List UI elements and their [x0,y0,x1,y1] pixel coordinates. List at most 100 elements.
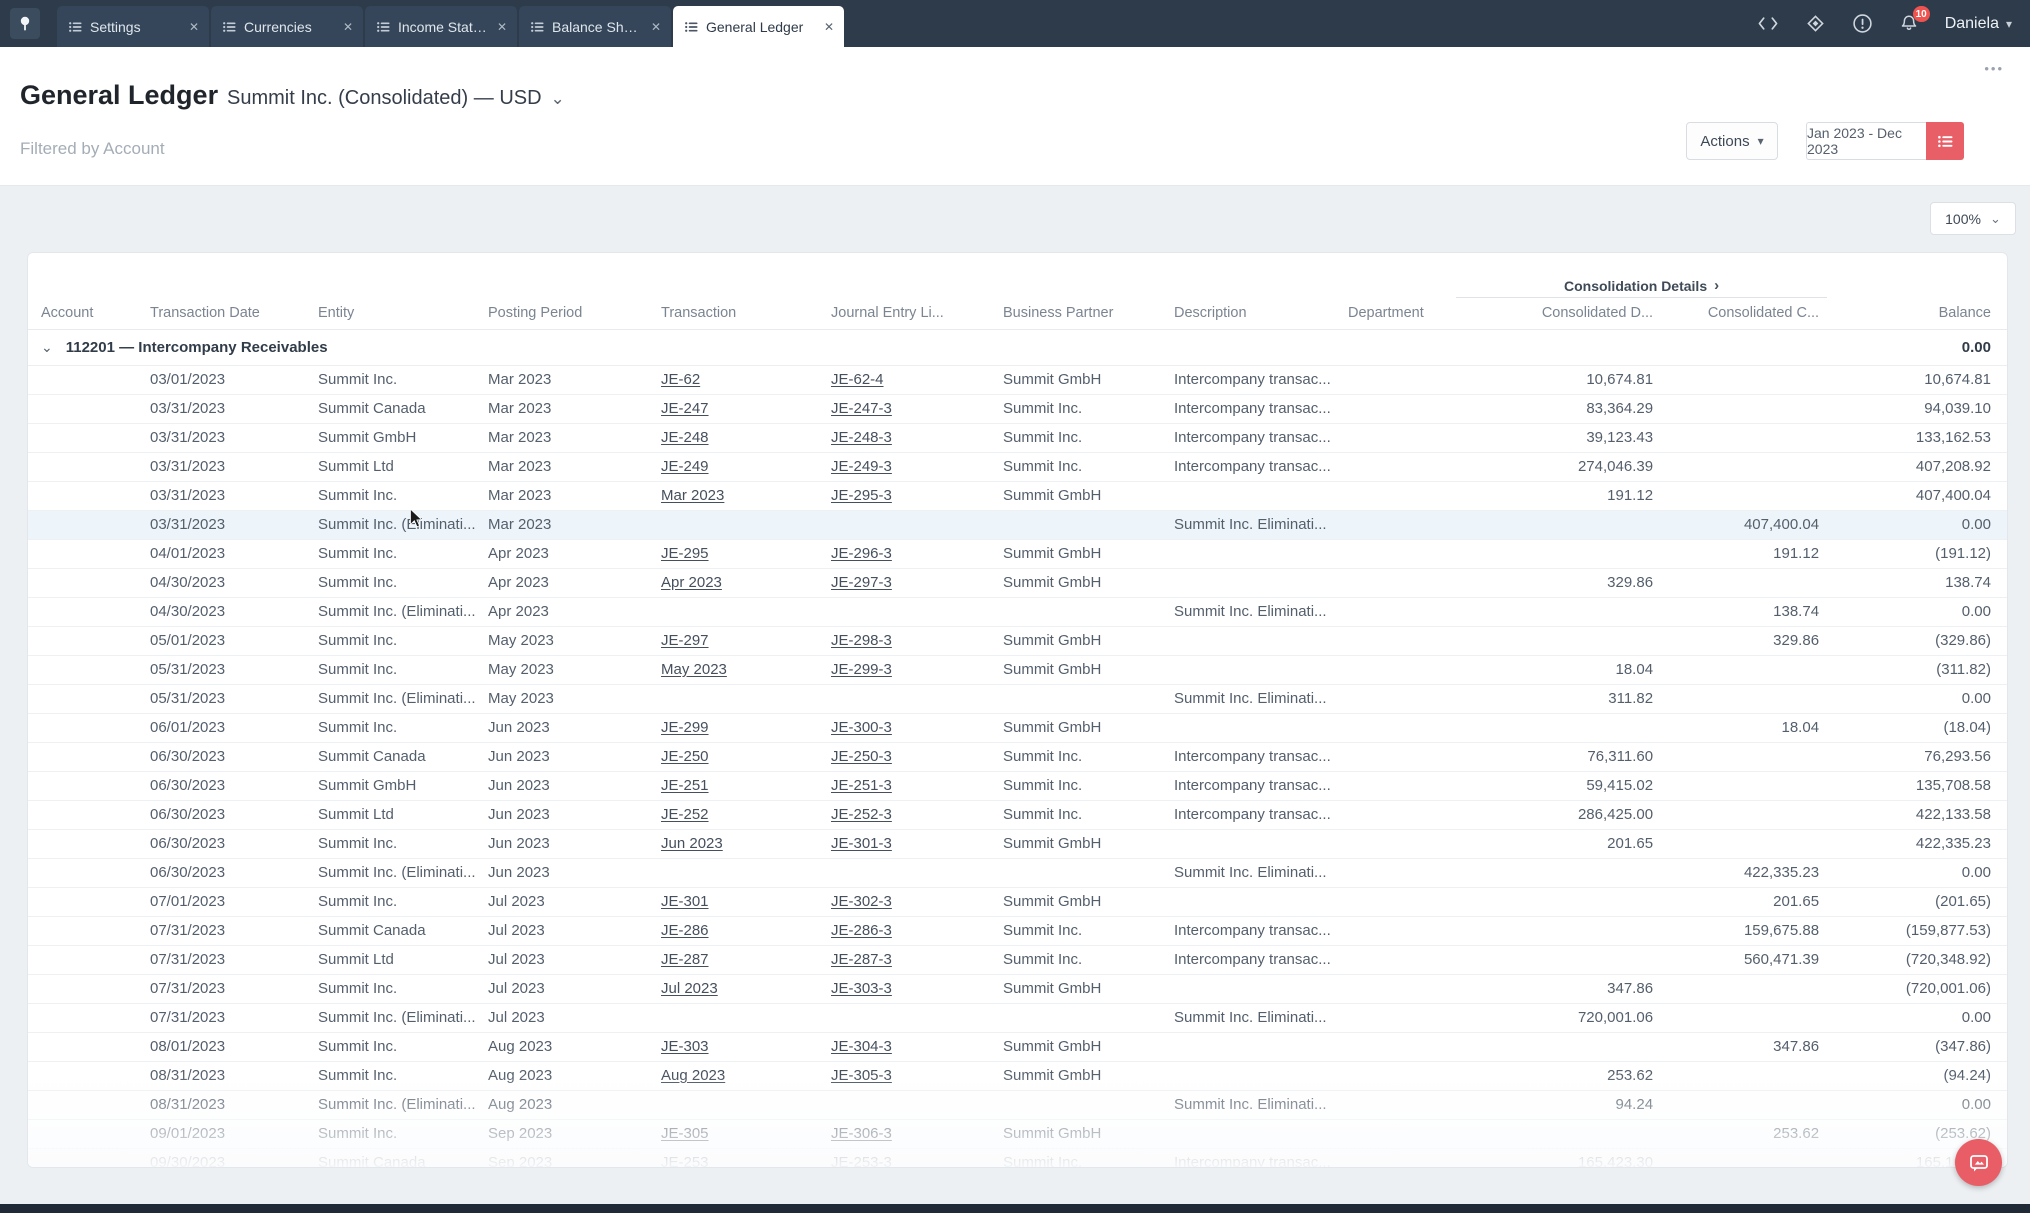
col-entity[interactable]: Entity [306,297,476,329]
col-journal-entry-line[interactable]: Journal Entry Li... [819,297,991,329]
journal-entry-link[interactable]: JE-248-3 [831,429,892,446]
ledger-row[interactable]: 09/01/2023Summit Inc.Sep 2023JE-305JE-30… [28,1119,2007,1148]
entity-selector[interactable]: Summit Inc. (Consolidated) — USD ⌄ [227,87,565,110]
ledger-row[interactable]: 06/30/2023Summit GmbHJun 2023JE-251JE-25… [28,771,2007,800]
journal-entry-link[interactable]: JE-247-3 [831,400,892,417]
ledger-row[interactable]: 03/31/2023Summit GmbHMar 2023JE-248JE-24… [28,423,2007,452]
journal-entry-link[interactable]: JE-250-3 [831,748,892,765]
journal-entry-link[interactable]: JE-296-3 [831,545,892,562]
journal-entry-link[interactable]: JE-299-3 [831,661,892,678]
ledger-row[interactable]: 06/30/2023Summit LtdJun 2023JE-252JE-252… [28,800,2007,829]
transaction-link[interactable]: JE-253 [661,1154,709,1168]
notifications-bell-icon[interactable]: 10 [1899,13,1919,34]
journal-entry-link[interactable]: JE-304-3 [831,1038,892,1055]
transaction-link[interactable]: JE-301 [661,893,709,910]
journal-entry-link[interactable]: JE-251-3 [831,777,892,794]
user-menu[interactable]: Daniela ▾ [1945,15,2012,33]
ledger-row[interactable]: 06/30/2023Summit CanadaJun 2023JE-250JE-… [28,742,2007,771]
transaction-link[interactable]: JE-251 [661,777,709,794]
ledger-row[interactable]: 05/31/2023Summit Inc.May 2023May 2023JE-… [28,655,2007,684]
ledger-row[interactable]: 07/31/2023Summit Inc.Jul 2023Jul 2023JE-… [28,974,2007,1003]
ledger-row[interactable]: 08/31/2023Summit Inc. (Eliminati...Aug 2… [28,1090,2007,1119]
ledger-row[interactable]: 03/31/2023Summit Inc. (Eliminati...Mar 2… [28,510,2007,539]
col-balance[interactable]: Balance [1827,297,2007,329]
journal-entry-link[interactable]: JE-301-3 [831,835,892,852]
ledger-row[interactable]: 03/31/2023Summit LtdMar 2023JE-249JE-249… [28,452,2007,481]
transaction-link[interactable]: Aug 2023 [661,1067,725,1084]
date-range-control[interactable]: Jan 2023 - Dec 2023 [1806,122,1964,160]
transaction-link[interactable]: JE-249 [661,458,709,475]
ledger-row[interactable]: 07/31/2023Summit CanadaJul 2023JE-286JE-… [28,916,2007,945]
close-icon[interactable]: ✕ [824,20,834,34]
journal-entry-link[interactable]: JE-295-3 [831,487,892,504]
transaction-link[interactable]: JE-305 [661,1125,709,1142]
transaction-link[interactable]: May 2023 [661,661,727,678]
collapse-chevron-icon[interactable]: ⌄ [41,339,53,356]
tab-settings[interactable]: Settings ✕ [57,6,209,47]
help-chat-fab[interactable] [1955,1139,2002,1186]
tab-general-ledger[interactable]: General Ledger ✕ [673,6,844,47]
ledger-row[interactable]: 04/30/2023Summit Inc.Apr 2023Apr 2023JE-… [28,568,2007,597]
journal-entry-link[interactable]: JE-297-3 [831,574,892,591]
transaction-link[interactable]: JE-286 [661,922,709,939]
transaction-link[interactable]: JE-297 [661,632,709,649]
journal-entry-link[interactable]: JE-303-3 [831,980,892,997]
col-consolidated-credit[interactable]: Consolidated C... [1661,297,1827,329]
close-icon[interactable]: ✕ [343,20,353,34]
close-icon[interactable]: ✕ [497,20,507,34]
close-icon[interactable]: ✕ [651,20,661,34]
period-list-button[interactable] [1926,122,1964,160]
pin-icon[interactable] [10,8,40,39]
col-account[interactable]: Account [28,297,138,329]
transaction-link[interactable]: JE-287 [661,951,709,968]
ledger-row[interactable]: 08/31/2023Summit Inc.Aug 2023Aug 2023JE-… [28,1061,2007,1090]
consolidation-details-header[interactable]: Consolidation Details › [1456,253,1827,297]
col-department[interactable]: Department [1336,297,1456,329]
transaction-link[interactable]: JE-62 [661,371,700,388]
journal-entry-link[interactable]: JE-302-3 [831,893,892,910]
actions-button[interactable]: Actions ▾ [1686,122,1778,160]
col-posting-period[interactable]: Posting Period [476,297,649,329]
journal-entry-link[interactable]: JE-306-3 [831,1125,892,1142]
ledger-row[interactable]: 03/01/2023Summit Inc.Mar 2023JE-62JE-62-… [28,365,2007,394]
date-range-value[interactable]: Jan 2023 - Dec 2023 [1806,122,1926,160]
ledger-row[interactable]: 07/31/2023Summit LtdJul 2023JE-287JE-287… [28,945,2007,974]
ledger-row[interactable]: 06/30/2023Summit Inc.Jun 2023Jun 2023JE-… [28,829,2007,858]
col-transaction[interactable]: Transaction [649,297,819,329]
journal-entry-link[interactable]: JE-286-3 [831,922,892,939]
transaction-link[interactable]: Apr 2023 [661,574,722,591]
transaction-link[interactable]: JE-295 [661,545,709,562]
journal-entry-link[interactable]: JE-287-3 [831,951,892,968]
journal-entry-link[interactable]: JE-253-3 [831,1154,892,1168]
ledger-row[interactable]: 06/01/2023Summit Inc.Jun 2023JE-299JE-30… [28,713,2007,742]
ledger-row[interactable]: 03/31/2023Summit CanadaMar 2023JE-247JE-… [28,394,2007,423]
journal-entry-link[interactable]: JE-252-3 [831,806,892,823]
transaction-link[interactable]: Jun 2023 [661,835,723,852]
close-icon[interactable]: ✕ [189,20,199,34]
tab-balance-sheet[interactable]: Balance Sheet ✕ [519,6,671,47]
ledger-row[interactable]: 09/30/2023Summit CanadaSep 2023JE-253JE-… [28,1148,2007,1168]
tab-income-statement[interactable]: Income Statement ✕ [365,6,517,47]
transaction-link[interactable]: Jul 2023 [661,980,718,997]
transaction-link[interactable]: JE-299 [661,719,709,736]
col-description[interactable]: Description [1162,297,1336,329]
zoom-level-select[interactable]: 100% ⌄ [1930,202,2016,235]
col-consolidated-debit[interactable]: Consolidated D... [1456,297,1661,329]
ledger-row[interactable]: 04/01/2023Summit Inc.Apr 2023JE-295JE-29… [28,539,2007,568]
col-business-partner[interactable]: Business Partner [991,297,1162,329]
transaction-link[interactable]: Mar 2023 [661,487,724,504]
transaction-link[interactable]: JE-247 [661,400,709,417]
journal-entry-link[interactable]: JE-300-3 [831,719,892,736]
info-icon[interactable] [1852,13,1873,34]
ledger-row[interactable]: 05/01/2023Summit Inc.May 2023JE-297JE-29… [28,626,2007,655]
journal-entry-link[interactable]: JE-249-3 [831,458,892,475]
journal-entry-link[interactable]: JE-305-3 [831,1067,892,1084]
account-group-row[interactable]: ⌄ 112201 — Intercompany Receivables 0.00 [28,329,2007,365]
col-transaction-date[interactable]: Transaction Date [138,297,306,329]
ledger-row[interactable]: 07/31/2023Summit Inc. (Eliminati...Jul 2… [28,1003,2007,1032]
transaction-link[interactable]: JE-252 [661,806,709,823]
ledger-row[interactable]: 06/30/2023Summit Inc. (Eliminati...Jun 2… [28,858,2007,887]
ledger-row[interactable]: 04/30/2023Summit Inc. (Eliminati...Apr 2… [28,597,2007,626]
ledger-row[interactable]: 05/31/2023Summit Inc. (Eliminati...May 2… [28,684,2007,713]
transaction-link[interactable]: JE-248 [661,429,709,446]
